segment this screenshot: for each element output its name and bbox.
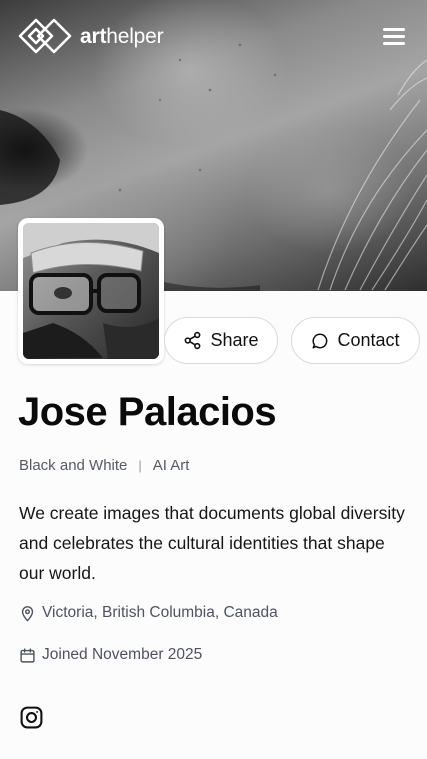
map-pin-icon [21, 605, 34, 621]
profile-avatar [18, 218, 164, 364]
share-icon [185, 331, 201, 350]
contact-button-label: Contact [337, 330, 400, 350]
share-button[interactable]: Share [164, 317, 278, 364]
tag-separator: | [138, 458, 142, 473]
calendar-icon [20, 647, 35, 663]
profile-location: Victoria, British Columbia, Canada [19, 604, 278, 622]
profile-page: arthelper Share Contact Jose Palacios Bl… [0, 0, 427, 759]
message-circle-icon [312, 332, 328, 348]
share-button-label: Share [210, 330, 259, 350]
profile-name: Jose Palacios [18, 390, 277, 434]
joined-text: Joined November 2025 [42, 646, 203, 663]
instagram-icon[interactable] [19, 705, 44, 730]
contact-button[interactable]: Contact [291, 317, 420, 364]
arthelper-logo[interactable]: arthelper [18, 16, 164, 56]
location-text: Victoria, British Columbia, Canada [42, 604, 278, 621]
hamburger-menu-icon[interactable] [383, 26, 407, 46]
profile-joined-date: Joined November 2025 [19, 646, 202, 664]
avatar-photo [23, 223, 159, 359]
logo-wordmark: arthelper [80, 24, 164, 48]
tag-black-and-white[interactable]: Black and White [19, 457, 127, 474]
logo-mark-icon [18, 18, 72, 54]
tag-ai-art[interactable]: AI Art [153, 457, 190, 474]
profile-tags: Black and White | AI Art [19, 457, 189, 474]
profile-bio: We create images that documents global d… [19, 503, 405, 583]
